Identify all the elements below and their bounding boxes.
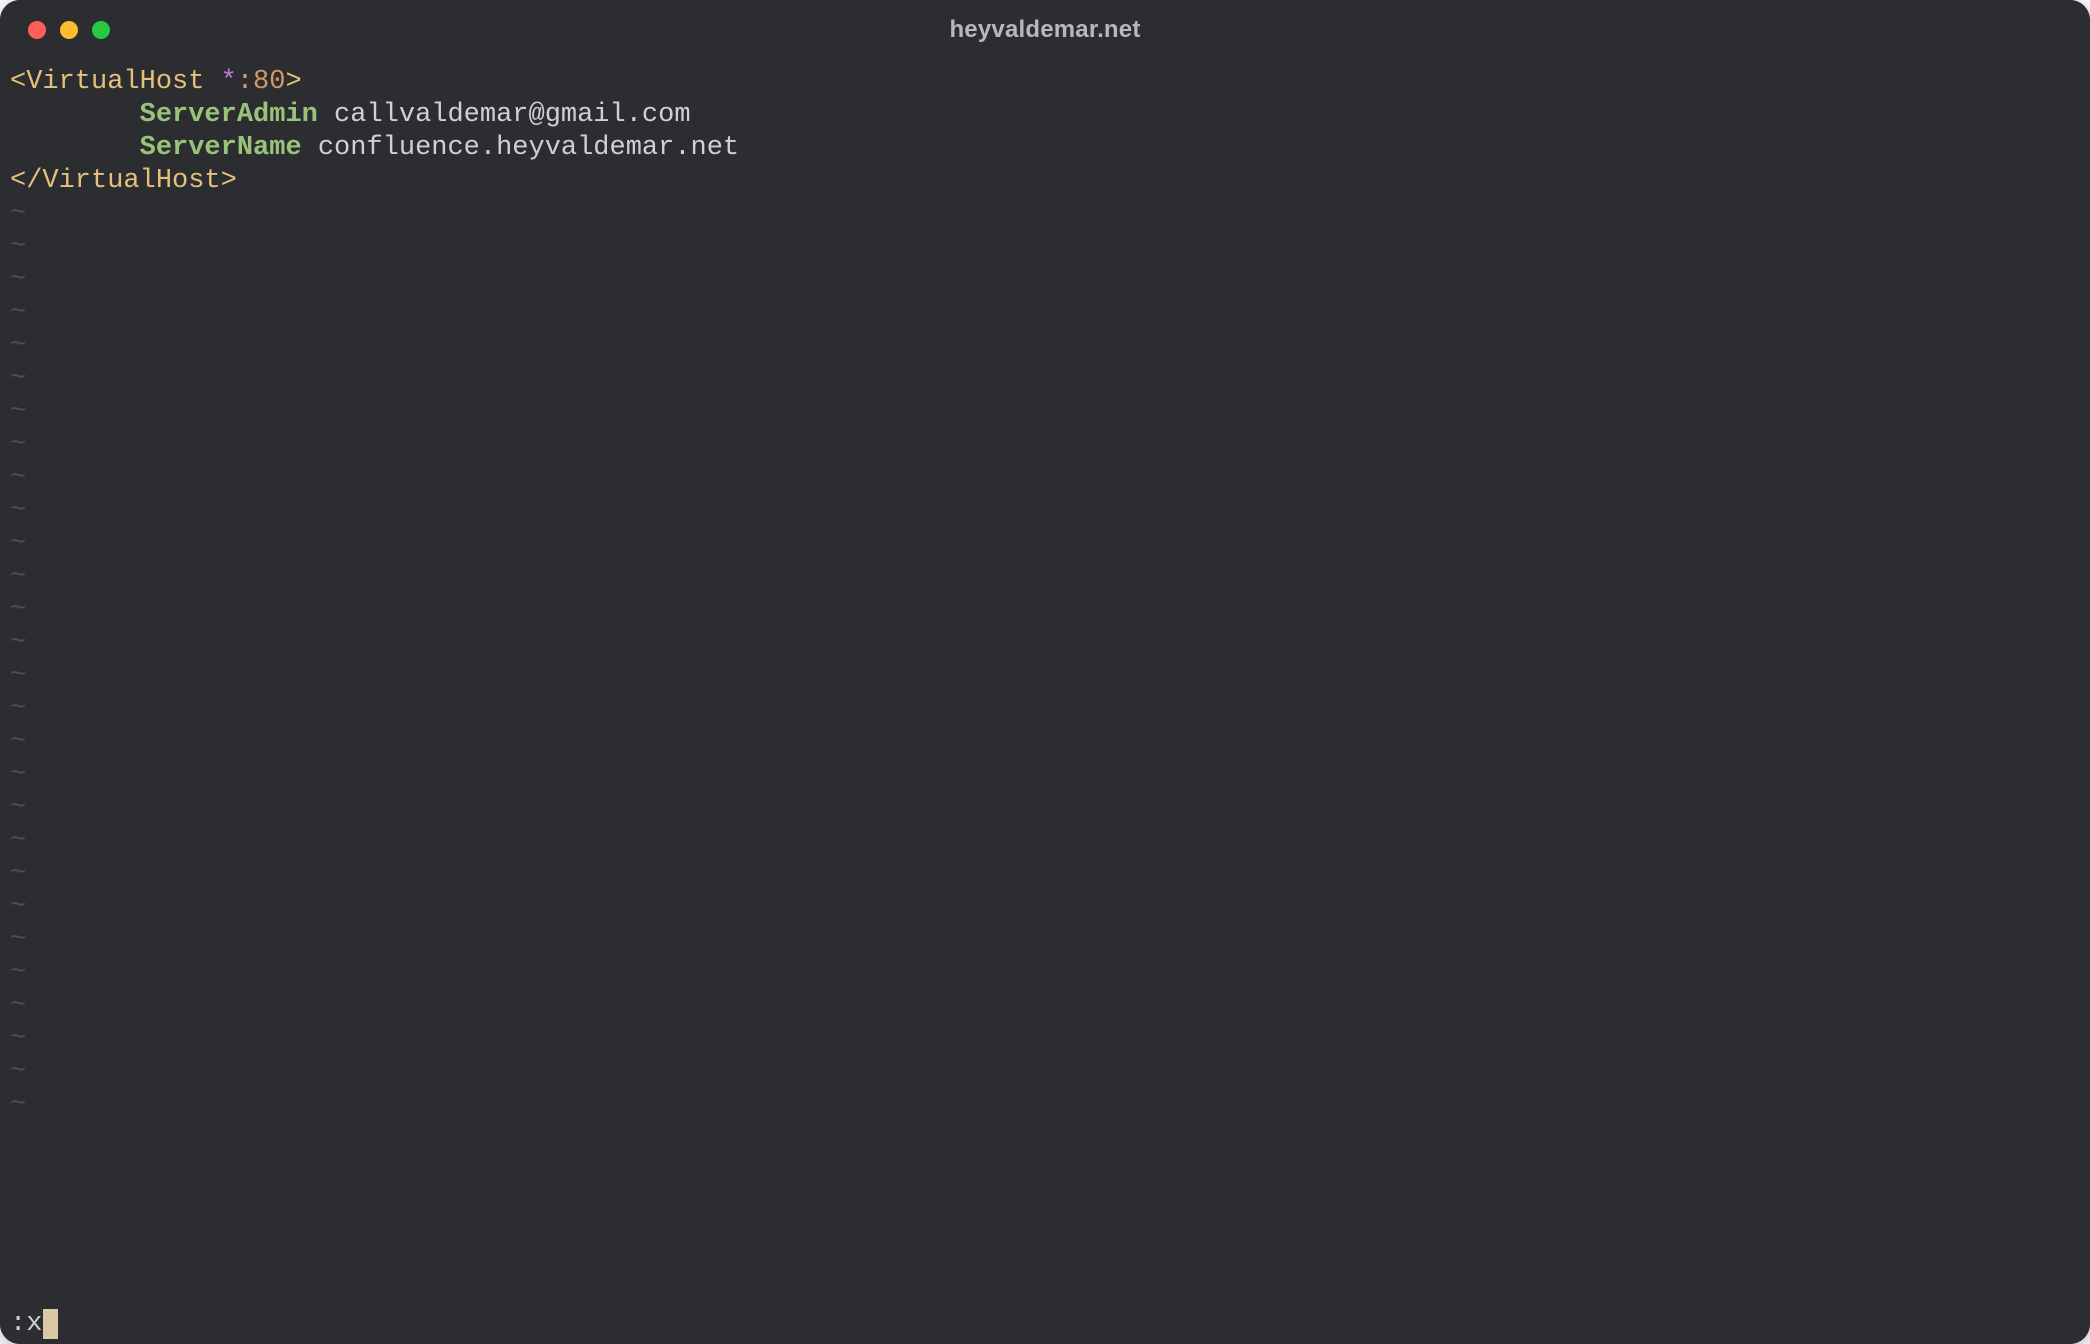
empty-line-tilde: ~ <box>10 264 2080 297</box>
empty-line-tilde: ~ <box>10 330 2080 363</box>
code-line: </VirtualHost> <box>10 165 2080 198</box>
empty-line-tilde: ~ <box>10 429 2080 462</box>
host-wildcard: * <box>221 67 237 97</box>
tag-open: <VirtualHost <box>10 67 221 97</box>
empty-line-tilde: ~ <box>10 528 2080 561</box>
indent <box>10 100 140 130</box>
directive-value: callvaldemar@gmail.com <box>318 100 691 130</box>
vim-command-line[interactable]: :x <box>0 1304 2090 1344</box>
empty-line-tilde: ~ <box>10 1089 2080 1122</box>
empty-line-tilde: ~ <box>10 495 2080 528</box>
directive-value: confluence.heyvaldemar.net <box>302 133 739 163</box>
empty-line-tilde: ~ <box>10 297 2080 330</box>
editor-area[interactable]: <VirtualHost *:80> ServerAdmin callvalde… <box>0 60 2090 1304</box>
empty-line-tilde: ~ <box>10 198 2080 231</box>
empty-line-tilde: ~ <box>10 726 2080 759</box>
code-line: <VirtualHost *:80> <box>10 66 2080 99</box>
window-zoom-button[interactable] <box>92 21 110 39</box>
indent <box>10 133 140 163</box>
empty-line-tilde: ~ <box>10 792 2080 825</box>
window-minimize-button[interactable] <box>60 21 78 39</box>
cursor-icon <box>43 1309 58 1339</box>
terminal-window: heyvaldemar.net <VirtualHost *:80> Serve… <box>0 0 2090 1344</box>
empty-line-tilde: ~ <box>10 396 2080 429</box>
command-text: x <box>26 1304 42 1344</box>
empty-line-tilde: ~ <box>10 759 2080 792</box>
port-number: :80 <box>237 67 286 97</box>
empty-line-tilde: ~ <box>10 891 2080 924</box>
empty-line-tilde: ~ <box>10 924 2080 957</box>
empty-line-tilde: ~ <box>10 594 2080 627</box>
directive-key: ServerName <box>140 133 302 163</box>
titlebar[interactable]: heyvaldemar.net <box>0 0 2090 60</box>
window-title: heyvaldemar.net <box>0 16 2090 44</box>
empty-line-tilde: ~ <box>10 627 2080 660</box>
command-prefix: : <box>10 1304 26 1344</box>
code-line: ServerAdmin callvaldemar@gmail.com <box>10 99 2080 132</box>
code-content: <VirtualHost *:80> ServerAdmin callvalde… <box>10 66 2080 198</box>
empty-line-tilde: ~ <box>10 825 2080 858</box>
window-close-button[interactable] <box>28 21 46 39</box>
tilde-region: ~~~~~~~~~~~~~~~~~~~~~~~~~~~~ <box>10 198 2080 1122</box>
empty-line-tilde: ~ <box>10 990 2080 1023</box>
code-line: ServerName confluence.heyvaldemar.net <box>10 132 2080 165</box>
tag-close-bracket: > <box>285 67 301 97</box>
empty-line-tilde: ~ <box>10 693 2080 726</box>
empty-line-tilde: ~ <box>10 858 2080 891</box>
traffic-lights <box>0 21 110 39</box>
empty-line-tilde: ~ <box>10 231 2080 264</box>
directive-key: ServerAdmin <box>140 100 318 130</box>
empty-line-tilde: ~ <box>10 660 2080 693</box>
empty-line-tilde: ~ <box>10 957 2080 990</box>
empty-line-tilde: ~ <box>10 561 2080 594</box>
empty-line-tilde: ~ <box>10 462 2080 495</box>
tag-close: </VirtualHost> <box>10 166 237 196</box>
empty-line-tilde: ~ <box>10 1056 2080 1089</box>
empty-line-tilde: ~ <box>10 363 2080 396</box>
empty-line-tilde: ~ <box>10 1023 2080 1056</box>
